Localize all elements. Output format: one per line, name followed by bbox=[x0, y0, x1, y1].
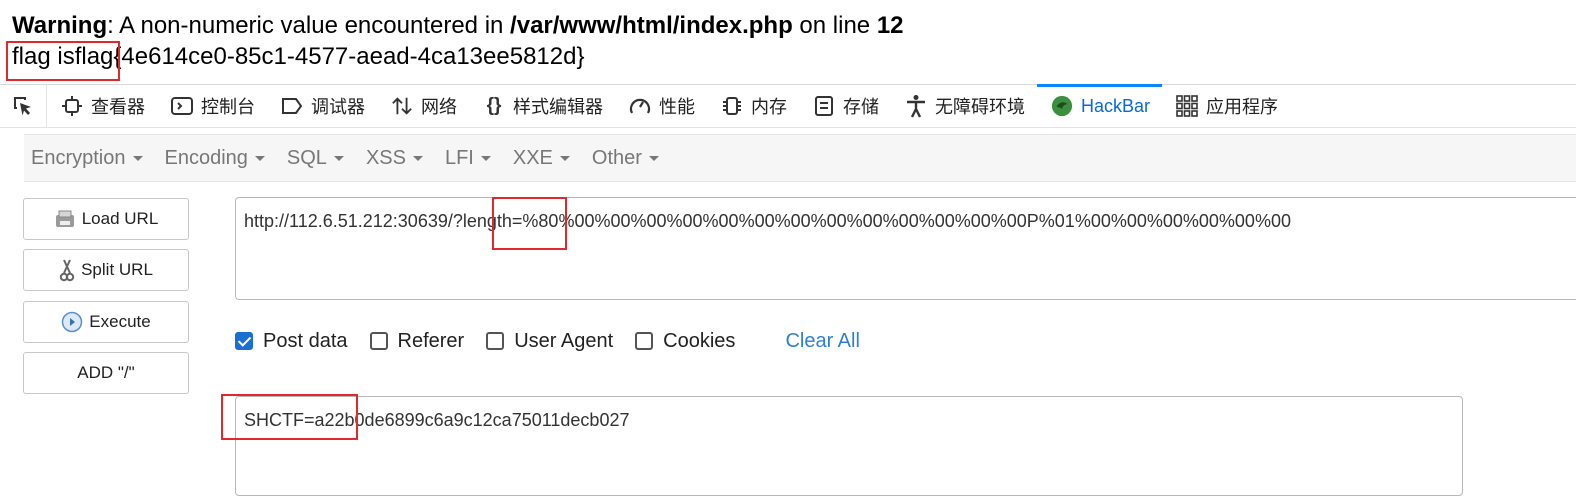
debugger-icon bbox=[281, 95, 303, 117]
console-icon bbox=[171, 95, 193, 117]
tab-console[interactable]: 控制台 bbox=[157, 85, 267, 127]
post-data-input[interactable]: SHCTF=a22b0de6899c6a9c12ca75011decb027 bbox=[235, 396, 1463, 496]
highlight-post-param bbox=[221, 394, 358, 440]
warning-file: /var/www/html/index.php bbox=[510, 12, 793, 39]
flag-output: flag isflag{4e614ce0-85c1-4577-aead-4ca1… bbox=[12, 43, 585, 70]
network-icon bbox=[391, 95, 413, 117]
menu-other[interactable]: Other bbox=[592, 147, 659, 170]
caret-down-icon bbox=[480, 155, 491, 161]
cookies-checkbox[interactable]: Cookies bbox=[635, 330, 735, 353]
devtools-toolbar: 查看器 控制台 调试器 网络 {} 样式编辑器 性能 内存 存储 无障碍环境 H… bbox=[0, 84, 1576, 128]
menu-xxe[interactable]: XXE bbox=[513, 147, 570, 170]
caret-down-icon bbox=[412, 155, 423, 161]
hackbar-icon bbox=[1051, 95, 1073, 117]
memory-icon bbox=[721, 95, 743, 117]
highlight-length-param bbox=[492, 197, 567, 250]
post-data-checkbox[interactable]: Post data bbox=[235, 330, 348, 353]
tab-accessibility[interactable]: 无障碍环境 bbox=[891, 85, 1037, 127]
menu-lfi[interactable]: LFI bbox=[445, 147, 491, 170]
add-slash-button[interactable]: ADD "/" bbox=[23, 352, 189, 394]
checkbox-checked-icon bbox=[235, 332, 253, 350]
tab-application[interactable]: 应用程序 bbox=[1162, 85, 1290, 127]
warning-line-number: 12 bbox=[876, 12, 904, 39]
request-options: Post data Referer User Agent Cookies Cle… bbox=[235, 327, 860, 355]
tab-memory[interactable]: 内存 bbox=[707, 85, 799, 127]
scissors-icon bbox=[59, 258, 75, 282]
element-picker-icon bbox=[14, 97, 31, 116]
tab-debugger[interactable]: 调试器 bbox=[267, 85, 377, 127]
menu-encoding[interactable]: Encoding bbox=[165, 147, 265, 170]
inspector-icon bbox=[61, 95, 83, 117]
checkbox-unchecked-icon bbox=[486, 332, 505, 350]
load-url-button[interactable]: Load URL bbox=[23, 198, 189, 240]
split-url-button[interactable]: Split URL bbox=[23, 249, 189, 291]
performance-icon bbox=[629, 95, 651, 117]
tab-style-editor[interactable]: {} 样式编辑器 bbox=[469, 85, 615, 127]
url-input[interactable]: http://112.6.51.212:30639/?length=%80%00… bbox=[235, 197, 1576, 300]
clear-all-link[interactable]: Clear All bbox=[785, 330, 859, 353]
tab-inspector[interactable]: 查看器 bbox=[47, 85, 157, 127]
warning-line: Warning: A non-numeric value encountered… bbox=[12, 12, 904, 39]
tab-network[interactable]: 网络 bbox=[377, 85, 469, 127]
application-icon bbox=[1176, 95, 1198, 117]
element-picker-button[interactable] bbox=[0, 85, 47, 127]
checkbox-unchecked-icon bbox=[635, 332, 654, 350]
caret-down-icon bbox=[648, 155, 659, 161]
storage-icon bbox=[813, 95, 835, 117]
warning-label: Warning bbox=[12, 12, 108, 39]
menu-xss[interactable]: XSS bbox=[366, 147, 423, 170]
referer-checkbox[interactable]: Referer bbox=[369, 330, 464, 353]
tab-storage[interactable]: 存储 bbox=[799, 85, 891, 127]
load-url-icon bbox=[54, 210, 76, 228]
checkbox-unchecked-icon bbox=[369, 332, 388, 350]
user-agent-checkbox[interactable]: User Agent bbox=[486, 330, 613, 353]
menu-sql[interactable]: SQL bbox=[287, 147, 344, 170]
hackbar-menu: Encryption Encoding SQL XSS LFI XXE Othe… bbox=[24, 134, 1576, 182]
style-editor-icon: {} bbox=[486, 95, 502, 116]
accessibility-icon bbox=[905, 95, 927, 118]
caret-down-icon bbox=[559, 155, 570, 161]
menu-encryption[interactable]: Encryption bbox=[31, 147, 143, 170]
tab-performance[interactable]: 性能 bbox=[615, 85, 707, 127]
caret-down-icon bbox=[254, 155, 265, 161]
php-output: Warning: A non-numeric value encountered… bbox=[12, 10, 904, 72]
caret-down-icon bbox=[132, 155, 143, 161]
tab-hackbar[interactable]: HackBar bbox=[1037, 84, 1163, 127]
highlight-flag bbox=[6, 41, 120, 81]
caret-down-icon bbox=[333, 155, 344, 161]
execute-button[interactable]: Execute bbox=[23, 301, 189, 343]
play-icon bbox=[61, 311, 83, 333]
